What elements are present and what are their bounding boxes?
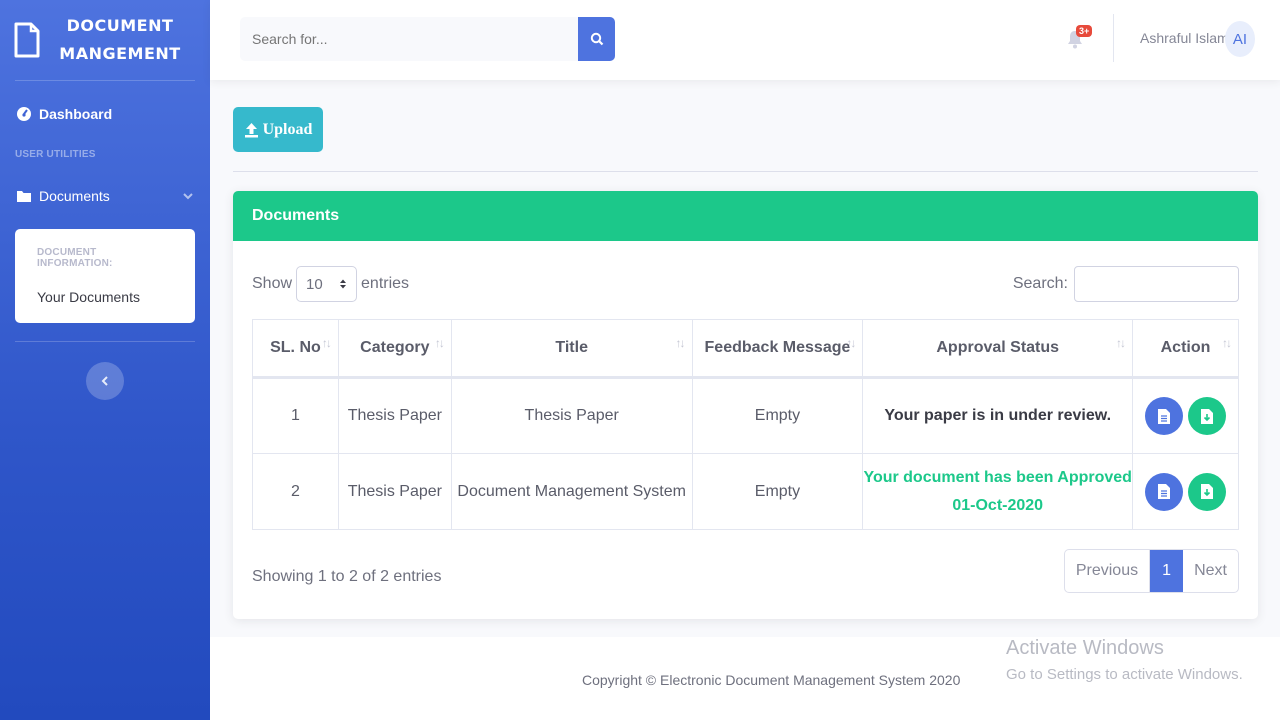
cell-title: Thesis Paper [450, 377, 693, 454]
file-download-icon [1201, 408, 1214, 424]
sidebar-heading: USER UTILITIES [15, 149, 96, 160]
table-info: Showing 1 to 2 of 2 entries [252, 568, 442, 585]
entries-select[interactable]: 10 [296, 266, 358, 302]
entries-value: 10 [306, 275, 323, 293]
column-label: Feedback Message [704, 339, 851, 356]
cell-category: Thesis Paper [337, 453, 452, 530]
page-1-button[interactable]: 1 [1150, 550, 1184, 592]
show-label: Show [252, 275, 293, 292]
sort-icon: ↑↓ [846, 336, 856, 350]
alerts-badge: 3+ [1076, 25, 1093, 37]
column-label: Action [1160, 339, 1211, 356]
length-control: Show 10 entries [252, 266, 409, 302]
activate-windows-title: Activate Windows [1006, 637, 1164, 659]
column-label: Category [360, 339, 430, 356]
table-header-row: SL. No ↑↓ Category ↑↓ Title ↑↓ Feedback Mes… [252, 319, 1239, 379]
table-search-input[interactable] [1074, 266, 1239, 302]
sort-updown-icon [340, 279, 347, 289]
topbar: 3+ Ashraful Islam AI [210, 0, 1280, 80]
copyright-text: Copyright © Electronic Document Manageme… [582, 672, 961, 688]
upload-label: Upload [262, 120, 313, 138]
file-text-icon [1158, 408, 1171, 424]
activate-windows-subtitle: Go to Settings to activate Windows. [1006, 666, 1243, 683]
sort-icon: ↑↓ [321, 336, 332, 350]
entries-label: entries [361, 275, 410, 292]
documents-table: SL. No ↑↓ Category ↑↓ Title ↑↓ Feedback Mes… [252, 319, 1239, 530]
column-header-title[interactable]: Title ↑↓ [450, 319, 693, 379]
download-document-button[interactable] [1188, 472, 1227, 511]
sidebar-item-label: Documents [39, 188, 110, 204]
brand-line-2: MANGEMENT [59, 44, 181, 63]
brand-title: DOCUMENT MANGEMENT [50, 12, 190, 68]
sidebar-toggle-button[interactable] [86, 362, 124, 400]
content-divider [233, 171, 1258, 172]
sidebar-item-documents[interactable]: Documents [0, 173, 210, 219]
sort-icon: ↑↓ [1116, 336, 1126, 350]
submenu-item-your-documents[interactable]: Your Documents [15, 277, 195, 311]
status-date: 01-Oct-2020 [952, 496, 1044, 514]
chevron-down-icon [183, 193, 193, 200]
sort-icon: ↑↓ [675, 336, 686, 350]
file-icon [14, 22, 40, 58]
previous-page-button[interactable]: Previous [1065, 550, 1151, 592]
status-text: Your document has been Approved [863, 468, 1132, 486]
sidebar: DOCUMENT MANGEMENT Dashboard USER UTILIT… [0, 0, 210, 720]
column-header-category[interactable]: Category ↑↓ [337, 319, 452, 379]
folder-icon [17, 191, 31, 202]
cell-feedback: Empty [691, 453, 864, 530]
table-search: Search: [1013, 266, 1239, 302]
card-title: Documents [233, 191, 1258, 241]
column-label: SL. No [270, 339, 321, 356]
next-page-button[interactable]: Next [1183, 550, 1238, 592]
search-button[interactable] [578, 17, 615, 61]
sidebar-item-label: Dashboard [39, 106, 113, 122]
view-document-button[interactable] [1145, 472, 1184, 511]
submenu-header: DOCUMENT INFORMATION: [37, 247, 113, 269]
cell-status: Your paper is in under review. [862, 377, 1134, 454]
avatar[interactable]: AI [1225, 21, 1255, 57]
sidebar-divider [15, 341, 195, 342]
table-search-label: Search: [1012, 275, 1068, 292]
brand-line-1: DOCUMENT [66, 16, 174, 35]
cell-title: Document Management System [450, 453, 693, 530]
cell-sl: 2 [252, 453, 339, 530]
tachometer-icon [17, 107, 31, 121]
download-document-button[interactable] [1188, 397, 1227, 435]
sidebar-divider [15, 80, 195, 81]
sort-icon: ↑↓ [434, 336, 445, 350]
file-text-icon [1158, 484, 1171, 499]
status-text: Your paper is in under review. [884, 407, 1112, 424]
cell-feedback: Empty [691, 377, 864, 454]
column-header-status[interactable]: Approval Status ↑↓ [862, 319, 1134, 379]
documents-submenu: DOCUMENT INFORMATION: Your Documents [15, 229, 195, 323]
view-document-button[interactable] [1145, 397, 1184, 435]
cell-action [1132, 453, 1239, 530]
table-row: 1 Thesis Paper Thesis Paper Empty Your p… [252, 377, 1239, 454]
search-icon [590, 32, 603, 46]
cell-category: Thesis Paper [337, 377, 452, 454]
column-label: Approval Status [936, 339, 1060, 356]
topbar-divider [1113, 14, 1114, 62]
column-header-feedback[interactable]: Feedback Message ↑↓ [691, 319, 864, 379]
cell-action [1132, 377, 1239, 454]
sidebar-item-dashboard[interactable]: Dashboard [0, 91, 210, 137]
chevron-left-icon [101, 376, 108, 386]
user-name[interactable]: Ashraful Islam [1140, 30, 1229, 46]
column-label: Title [555, 339, 588, 356]
column-header-sl[interactable]: SL. No ↑↓ [252, 319, 339, 379]
sort-icon: ↑↓ [1222, 336, 1232, 350]
search-input[interactable] [240, 17, 578, 61]
column-header-action[interactable]: Action ↑↓ [1132, 319, 1239, 379]
topbar-search [240, 17, 615, 61]
table-row: 2 Thesis Paper Document Management Syste… [252, 453, 1239, 530]
cell-status: Your document has been Approved 01-Oct-2… [862, 453, 1134, 530]
upload-icon [244, 122, 258, 137]
sidebar-brand[interactable]: DOCUMENT MANGEMENT [0, 0, 210, 80]
file-download-icon [1201, 484, 1214, 499]
documents-card: Documents Show 10 entries Search: SL. No… [233, 191, 1258, 619]
upload-button[interactable]: Upload [233, 107, 323, 152]
pagination: Previous 1 Next [1063, 549, 1239, 593]
cell-sl: 1 [252, 377, 339, 454]
